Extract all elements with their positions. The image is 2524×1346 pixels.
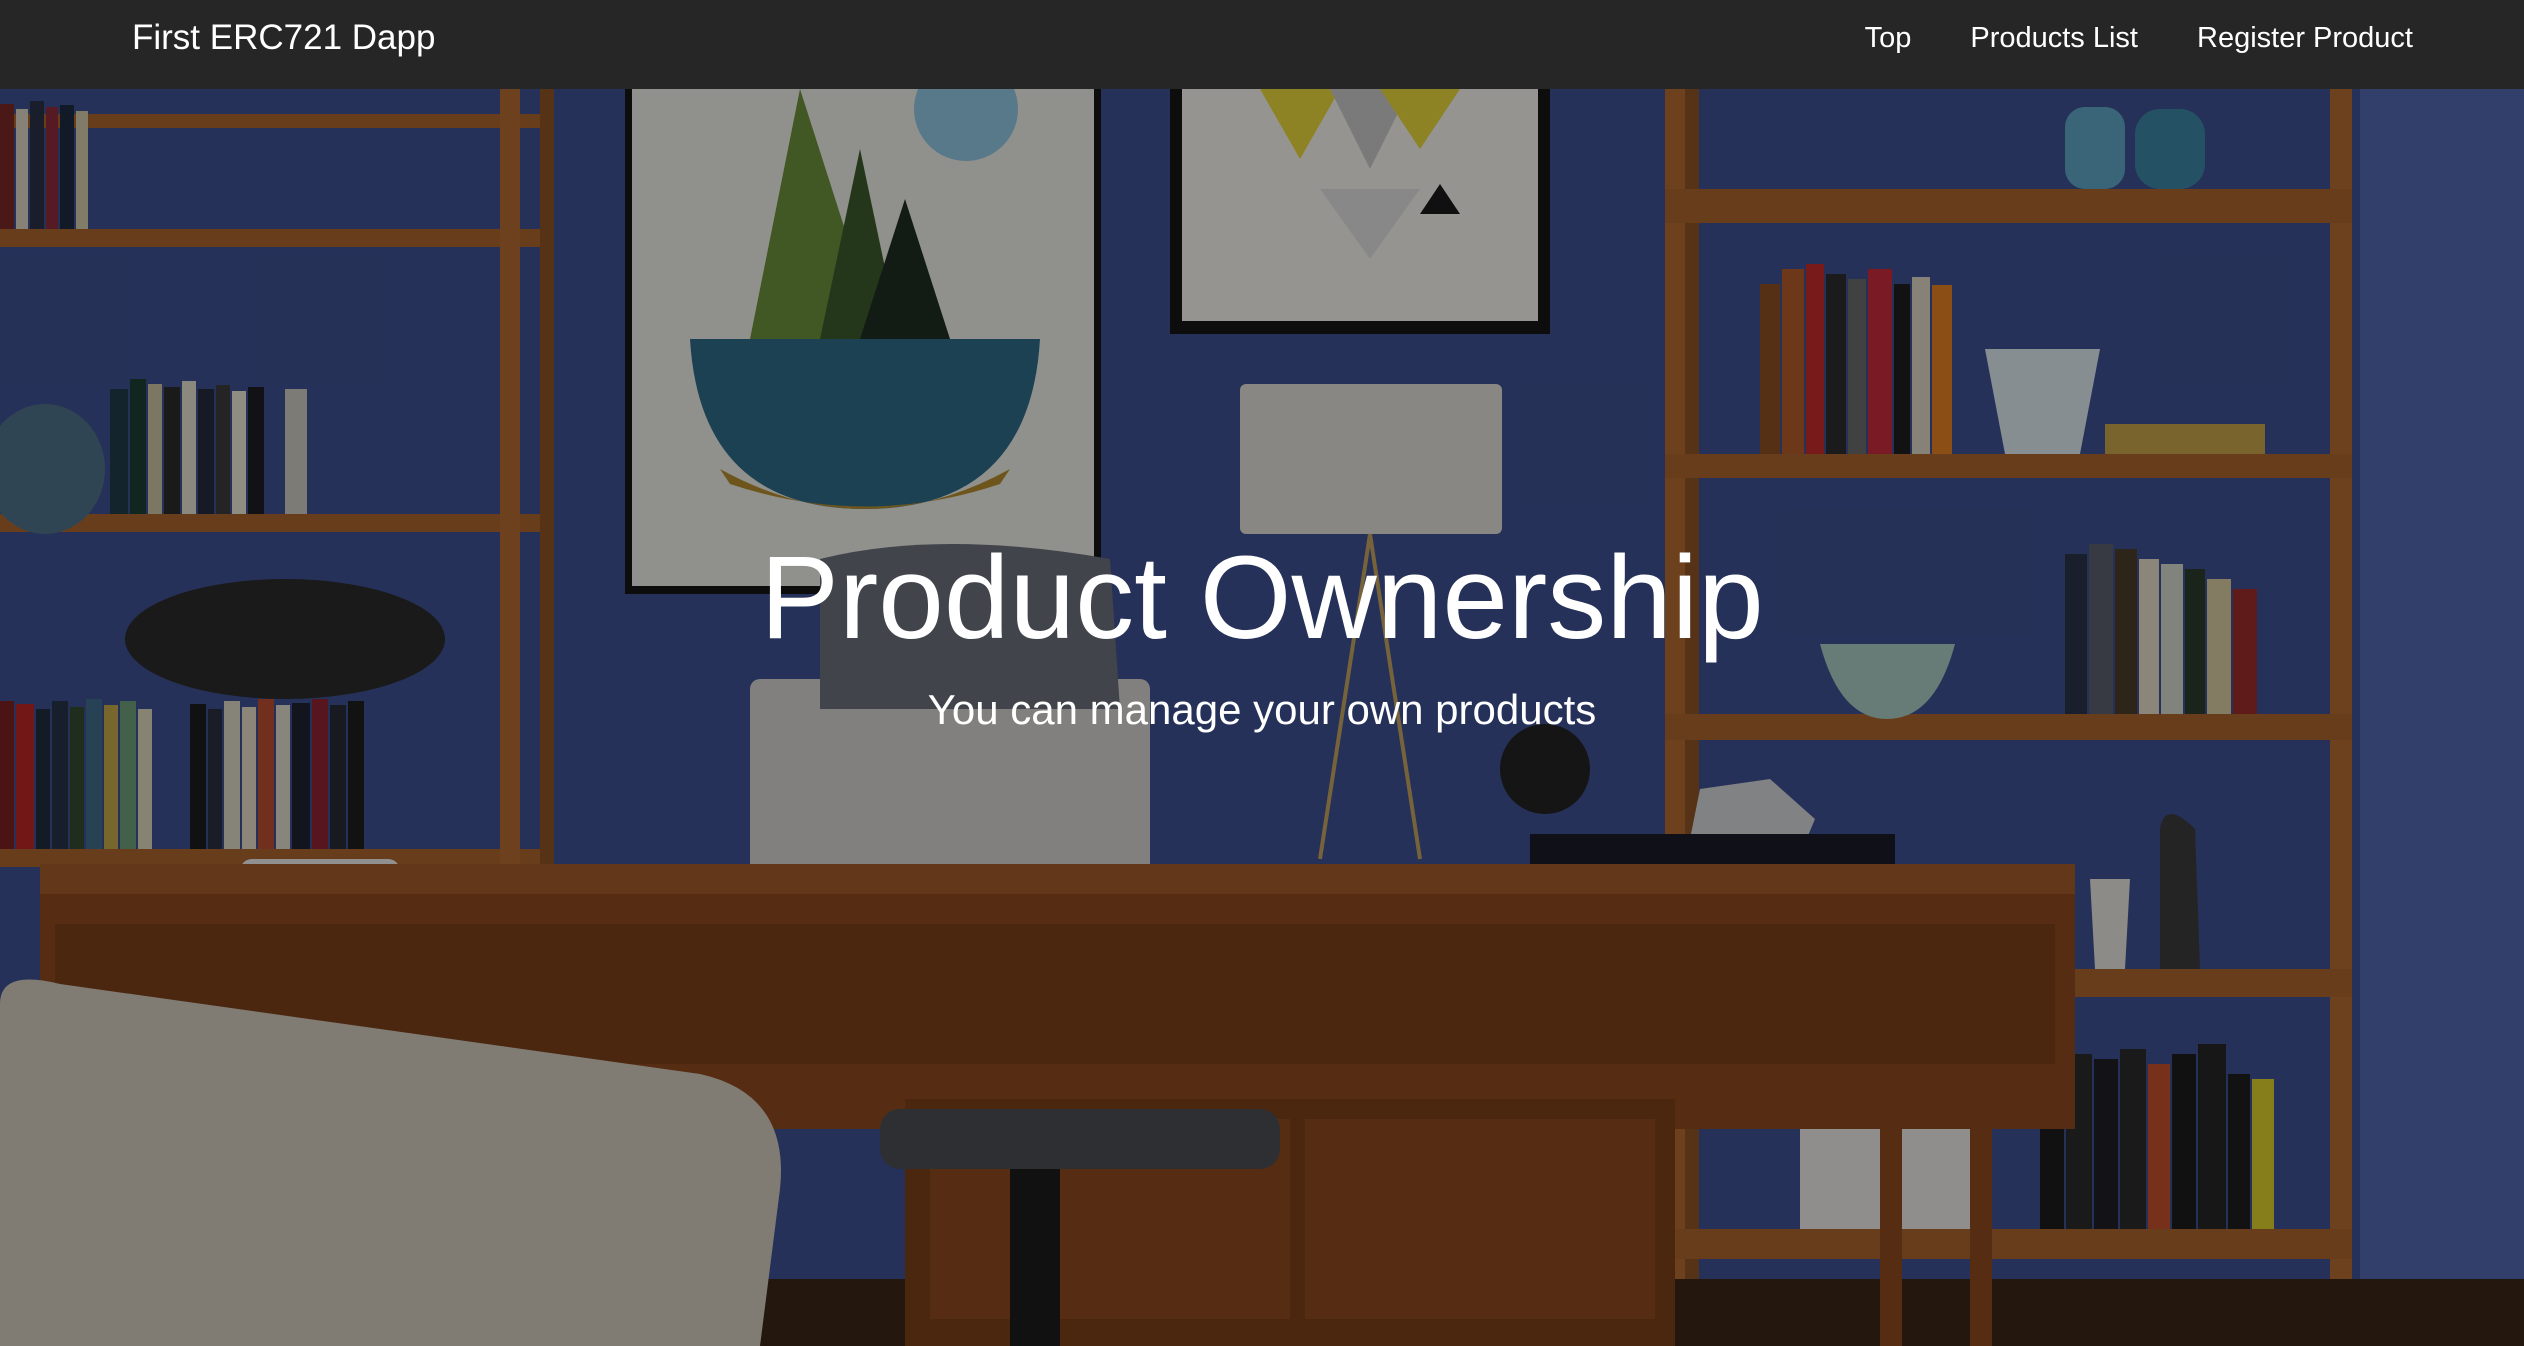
top-navbar: First ERC721 Dapp Top Products List Regi… (0, 0, 2524, 89)
nav-link-products-list[interactable]: Products List (1970, 20, 2138, 56)
brand-link[interactable]: First ERC721 Dapp (132, 18, 435, 58)
page: First ERC721 Dapp Top Products List Regi… (0, 0, 2524, 1346)
hero-title: Product Ownership (760, 532, 1764, 664)
nav-links: Top Products List Register Product (1865, 20, 2413, 56)
hero-subtitle: You can manage your own products (927, 686, 1597, 733)
nav-link-register-product[interactable]: Register Product (2197, 20, 2413, 56)
nav-link-top[interactable]: Top (1865, 20, 1912, 56)
